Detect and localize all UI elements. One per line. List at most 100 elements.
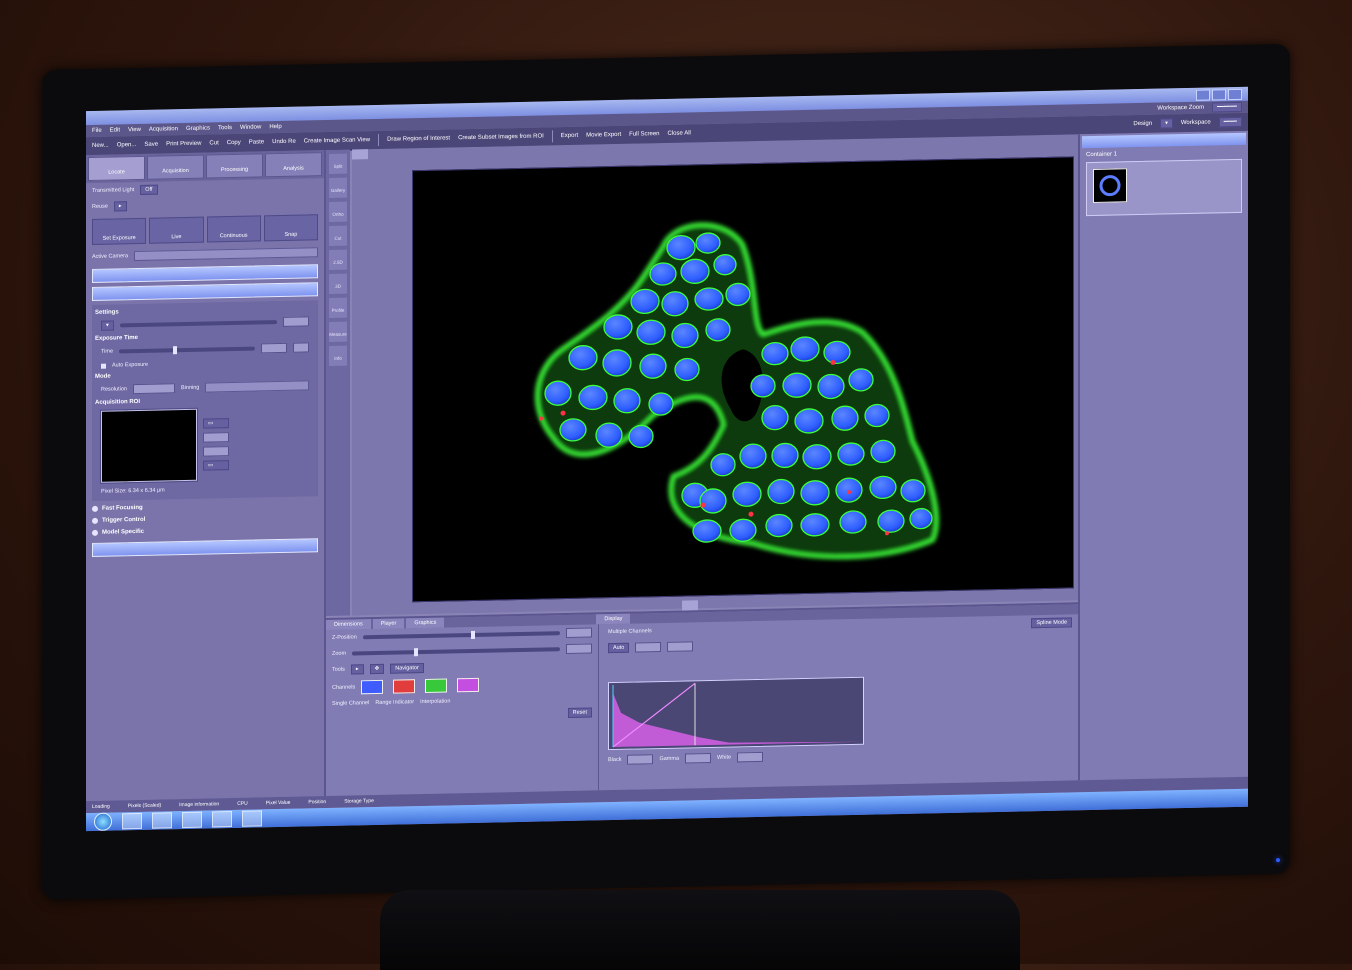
auto-exposure-checkbox[interactable] [101, 363, 106, 369]
workspace-select[interactable]: ━━━━ [1218, 116, 1242, 128]
close-all-button[interactable]: Close All [668, 130, 691, 136]
pointer-tool-button[interactable]: ▸ [350, 664, 364, 675]
exposure-slider-knob[interactable] [173, 346, 178, 355]
roi-select-button[interactable]: ▭ [203, 460, 229, 471]
undo-button[interactable]: Undo Re [272, 139, 296, 145]
active-camera-select[interactable] [134, 247, 318, 262]
display-min-field[interactable] [635, 642, 662, 653]
tab-analysis[interactable]: Analysis [265, 152, 322, 178]
create-subset-button[interactable]: Create Subset Images from ROI [458, 133, 544, 141]
menu-help[interactable]: Help [269, 124, 281, 130]
histogram[interactable] [608, 676, 864, 751]
tab-locate[interactable]: Locate [88, 155, 145, 182]
camera-subsection-header[interactable] [92, 282, 318, 301]
export-button[interactable]: Export [561, 133, 578, 139]
continuous-button[interactable]: Continuous [206, 215, 261, 243]
microscope-app-task-icon[interactable] [212, 811, 232, 828]
start-button-icon[interactable] [94, 812, 112, 831]
view-measure[interactable]: Measure [329, 321, 347, 342]
menu-window[interactable]: Window [240, 124, 261, 130]
exposure-value-field[interactable] [261, 342, 287, 354]
media-task-icon[interactable] [242, 810, 262, 827]
menu-edit[interactable]: Edit [110, 127, 120, 133]
view-profile[interactable]: Profile [329, 297, 347, 318]
zoom-knob[interactable] [414, 648, 419, 657]
range-indicator-label[interactable]: Range Indicator [375, 699, 414, 706]
z-position-field[interactable] [566, 627, 592, 639]
roi-preview[interactable] [101, 408, 197, 483]
roi-size-field[interactable] [203, 432, 229, 443]
single-channel-label[interactable]: Single Channel [332, 700, 369, 707]
tab-player[interactable]: Player [372, 618, 405, 630]
settings-slider[interactable] [119, 320, 277, 328]
workspace-zoom-slider[interactable]: ━━━━━━ [1212, 101, 1242, 113]
microscopy-image-view[interactable] [412, 156, 1074, 603]
white-field[interactable] [737, 751, 764, 763]
channel-green-button[interactable] [425, 678, 448, 693]
bottom-section-header[interactable] [92, 538, 318, 557]
spline-mode-button[interactable]: Spline Mode [1031, 617, 1072, 629]
save-button[interactable]: Save [144, 142, 158, 148]
paste-button[interactable]: Paste [249, 139, 264, 145]
menu-acquisition[interactable]: Acquisition [149, 126, 178, 133]
browser-task-icon[interactable] [122, 812, 142, 830]
transmitted-light-toggle[interactable]: Off [140, 184, 158, 195]
minimize-button[interactable] [1196, 89, 1210, 101]
reset-button[interactable]: Reset [567, 707, 592, 718]
exposure-unit-field[interactable] [293, 342, 309, 353]
view-cut[interactable]: Cut [329, 225, 347, 246]
new-button[interactable]: New... [92, 143, 109, 149]
roi-maximize-button[interactable]: ▭ [203, 418, 229, 429]
maximize-button[interactable] [1212, 88, 1226, 100]
trigger-control-radio[interactable] [92, 517, 98, 524]
black-field[interactable] [627, 754, 654, 765]
draw-roi-button[interactable]: Draw Region of Interest [387, 135, 450, 142]
display-max-field[interactable] [667, 641, 694, 652]
auto-button[interactable]: Auto [608, 642, 630, 654]
camera-section-header[interactable] [92, 264, 318, 283]
menu-tools[interactable]: Tools [218, 125, 232, 131]
settings-select[interactable]: ▾ [101, 320, 114, 331]
gamma-field[interactable] [685, 752, 712, 764]
settings-field[interactable] [283, 316, 309, 327]
print-preview-button[interactable]: Print Preview [166, 141, 201, 148]
snap-button[interactable]: Snap [263, 214, 318, 242]
full-screen-button[interactable]: Full Screen [629, 131, 659, 138]
tab-acquisition[interactable]: Acquisition [147, 154, 204, 180]
image-thumbnail-card[interactable] [1086, 158, 1242, 217]
interpolation-label[interactable]: Interpolation [420, 698, 450, 705]
copy-button[interactable]: Copy [227, 140, 241, 146]
view-gallery[interactable]: Gallery [329, 177, 347, 198]
close-button[interactable] [1228, 88, 1242, 100]
view-ortho[interactable]: Ortho [329, 201, 347, 222]
open-button[interactable]: Open... [117, 142, 137, 148]
resolution-field[interactable] [133, 383, 175, 395]
fast-focusing-radio[interactable] [92, 505, 98, 512]
navigator-button[interactable]: Navigator [390, 663, 424, 674]
menu-graphics[interactable]: Graphics [186, 125, 210, 132]
create-image-scan-view-button[interactable]: Create Image Scan View [304, 137, 370, 144]
binning-select[interactable] [205, 380, 309, 393]
app-task-icon[interactable] [182, 811, 202, 829]
view-tab[interactable] [682, 600, 698, 611]
view-2-5d[interactable]: 2.5D [329, 249, 347, 270]
z-position-slider[interactable] [362, 630, 560, 640]
image-thumbnail[interactable] [1093, 168, 1127, 203]
channel-magenta-button[interactable] [457, 677, 480, 693]
roi-offset-field[interactable] [203, 446, 229, 457]
set-exposure-button[interactable]: Set Exposure [92, 217, 147, 245]
tab-processing[interactable]: Processing [206, 153, 263, 179]
menu-view[interactable]: View [128, 127, 141, 133]
zoom-field[interactable] [566, 643, 592, 655]
view-3d[interactable]: 3D [329, 273, 347, 294]
exposure-slider[interactable] [119, 346, 255, 355]
z-position-knob[interactable] [471, 630, 476, 640]
movie-export-button[interactable]: Movie Export [586, 132, 621, 139]
menu-file[interactable]: File [92, 128, 102, 134]
cut-button[interactable]: Cut [209, 140, 218, 146]
right-panel-header[interactable] [1082, 132, 1246, 149]
document-tab[interactable] [352, 149, 368, 160]
model-specific-radio[interactable] [92, 529, 98, 536]
reuse-button[interactable]: ▸ [113, 201, 127, 212]
folder-task-icon[interactable] [152, 812, 172, 829]
